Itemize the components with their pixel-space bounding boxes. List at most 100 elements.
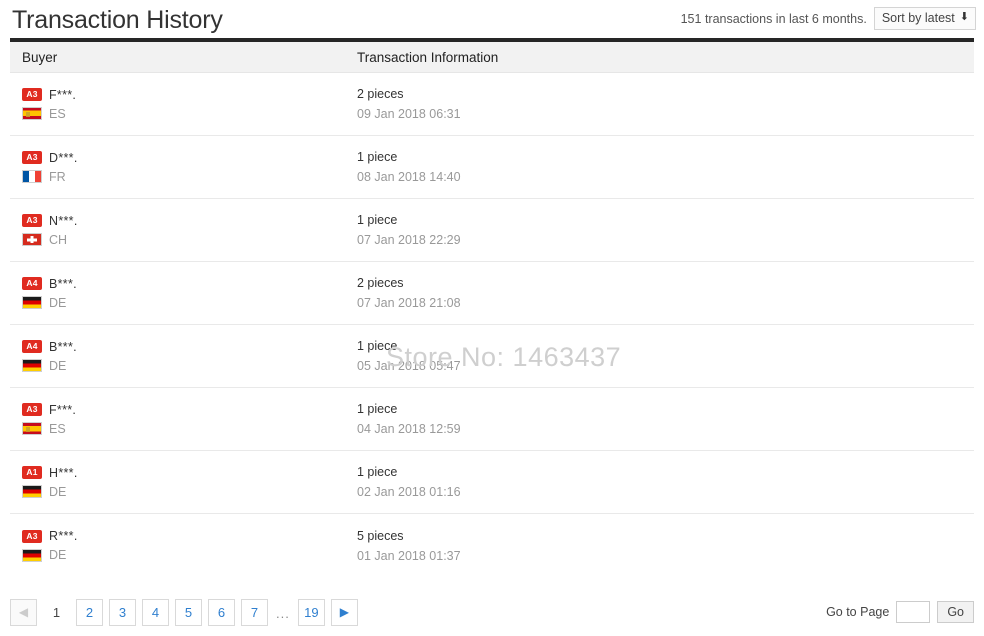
column-header-buyer: Buyer xyxy=(10,50,345,65)
pagination-page-7[interactable]: 7 xyxy=(241,599,268,626)
transaction-quantity: 1 piece xyxy=(357,339,974,353)
buyer-cell: A3 D***. FR xyxy=(10,151,345,184)
table-row[interactable]: A1H***. DE 1 piece 02 Jan 2018 01:16 xyxy=(10,451,974,514)
transaction-info-cell: 2 pieces07 Jan 2018 21:08 xyxy=(345,276,974,310)
table-row[interactable]: A4B***. DE 1 piece 05 Jan 2018 05:47 xyxy=(10,325,974,388)
buyer-identity: A3 N***. xyxy=(22,214,345,228)
flag-icon-de xyxy=(22,549,42,562)
buyer-cell: A4B***. DE xyxy=(10,340,345,373)
buyer-level-badge: A3 xyxy=(22,530,42,543)
flag-icon-ch xyxy=(22,233,42,246)
buyer-level-badge: A4 xyxy=(22,277,42,290)
buyer-name: D***. xyxy=(49,151,78,165)
buyer-identity: A3R***. xyxy=(22,529,345,543)
page-header: Transaction History 151 transactions in … xyxy=(0,0,984,38)
buyer-cell: A4 B***. DE xyxy=(10,277,345,310)
transaction-datetime: 09 Jan 2018 06:31 xyxy=(357,107,974,121)
pagination-page-3[interactable]: 3 xyxy=(109,599,136,626)
transaction-datetime: 07 Jan 2018 21:08 xyxy=(357,296,974,310)
buyer-cell: A3 N***. CH xyxy=(10,214,345,247)
transaction-info-cell: 2 pieces 09 Jan 2018 06:31 xyxy=(345,87,974,121)
flag-icon-de xyxy=(22,485,42,498)
transaction-quantity: 2 pieces xyxy=(357,87,974,101)
transaction-info-cell: 1 piece07 Jan 2018 22:29 xyxy=(345,213,974,247)
pagination-page-4[interactable]: 4 xyxy=(142,599,169,626)
transaction-info-cell: 1 piece 02 Jan 2018 01:16 xyxy=(345,465,974,499)
buyer-name: B***. xyxy=(49,277,77,291)
transaction-datetime: 01 Jan 2018 01:37 xyxy=(357,549,974,563)
country-code: CH xyxy=(49,233,67,247)
transaction-datetime: 02 Jan 2018 01:16 xyxy=(357,485,974,499)
transaction-datetime: 05 Jan 2018 05:47 xyxy=(357,359,974,373)
flag-icon-de xyxy=(22,359,42,372)
buyer-name: B***. xyxy=(49,340,77,354)
transaction-datetime: 07 Jan 2018 22:29 xyxy=(357,233,974,247)
table-row[interactable]: A3 F***. ES 1 piece04 Jan 2018 12:59 xyxy=(10,388,974,451)
buyer-cell: A3 F***. ES xyxy=(10,88,345,121)
table-body: A3 F***. ES 2 pieces 09 Jan 2018 06:31 A3 D***… xyxy=(10,73,974,577)
transaction-quantity: 1 piece xyxy=(357,465,974,479)
buyer-country: FR xyxy=(22,170,345,184)
table-row[interactable]: A4 B***. DE 2 pieces07 Jan 2018 21:08 xyxy=(10,262,974,325)
pagination-page-5[interactable]: 5 xyxy=(175,599,202,626)
buyer-identity: A1H***. xyxy=(22,466,345,480)
sort-button-label: Sort by latest xyxy=(882,10,955,27)
pagination-current-page: 1 xyxy=(43,599,70,626)
transaction-info-cell: 5 pieces01 Jan 2018 01:37 xyxy=(345,529,974,563)
buyer-identity: A3 F***. xyxy=(22,403,345,417)
buyer-country: DE xyxy=(22,548,345,562)
transaction-info-cell: 1 piece 05 Jan 2018 05:47 xyxy=(345,339,974,373)
arrow-down-icon: ⬇ xyxy=(960,12,969,23)
flag-icon-de xyxy=(22,296,42,309)
sort-by-latest-button[interactable]: Sort by latest ⬇ xyxy=(874,7,976,31)
table-row[interactable]: A3 F***. ES 2 pieces 09 Jan 2018 06:31 xyxy=(10,73,974,136)
transaction-quantity: 1 piece xyxy=(357,402,974,416)
buyer-country: DE xyxy=(22,485,345,499)
flag-icon-es xyxy=(22,422,42,435)
buyer-country: CH xyxy=(22,233,345,247)
buyer-cell: A1H***. DE xyxy=(10,466,345,499)
page-title: Transaction History xyxy=(12,6,223,33)
go-button[interactable]: Go xyxy=(937,601,974,623)
transaction-info-cell: 1 piece04 Jan 2018 12:59 xyxy=(345,402,974,436)
transaction-info-cell: 1 piece08 Jan 2018 14:40 xyxy=(345,150,974,184)
buyer-country: ES xyxy=(22,422,345,436)
buyer-cell: A3R***. DE xyxy=(10,529,345,562)
buyer-level-badge: A1 xyxy=(22,466,42,479)
pagination-bar: ◀1234567...19▶ Go to Page Go xyxy=(0,588,984,636)
table-row[interactable]: A3R***. DE 5 pieces01 Jan 2018 01:37 xyxy=(10,514,974,577)
buyer-country: ES xyxy=(22,107,345,121)
country-code: ES xyxy=(49,422,66,436)
buyer-identity: A4 B***. xyxy=(22,277,345,291)
flag-icon-fr xyxy=(22,170,42,183)
country-code: DE xyxy=(49,548,66,562)
table-row[interactable]: A3 N***. CH 1 piece07 Jan 2018 22:29 xyxy=(10,199,974,262)
goto-page-label: Go to Page xyxy=(826,605,889,619)
country-code: FR xyxy=(49,170,66,184)
buyer-level-badge: A3 xyxy=(22,151,42,164)
transaction-table: Buyer Transaction Information A3 F***. ES 2… xyxy=(10,42,974,577)
country-code: DE xyxy=(49,359,66,373)
goto-page-input[interactable] xyxy=(896,601,930,623)
table-header-row: Buyer Transaction Information xyxy=(10,42,974,73)
buyer-name: F***. xyxy=(49,403,76,417)
country-code: DE xyxy=(49,296,66,310)
pagination-next-button[interactable]: ▶ xyxy=(331,599,358,626)
buyer-level-badge: A3 xyxy=(22,403,42,416)
transaction-datetime: 08 Jan 2018 14:40 xyxy=(357,170,974,184)
pagination-page-6[interactable]: 6 xyxy=(208,599,235,626)
buyer-cell: A3 F***. ES xyxy=(10,403,345,436)
buyer-country: DE xyxy=(22,359,345,373)
buyer-level-badge: A3 xyxy=(22,214,42,227)
pagination-page-2[interactable]: 2 xyxy=(76,599,103,626)
pagination-last-page[interactable]: 19 xyxy=(298,599,325,626)
header-controls: 151 transactions in last 6 months. Sort … xyxy=(681,7,976,32)
country-code: ES xyxy=(49,107,66,121)
table-row[interactable]: A3 D***. FR 1 piece08 Jan 2018 14:40 xyxy=(10,136,974,199)
pagination-prev-button: ◀ xyxy=(10,599,37,626)
pagination-controls: ◀1234567...19▶ xyxy=(10,599,358,626)
buyer-name: F***. xyxy=(49,88,76,102)
buyer-name: N***. xyxy=(49,214,78,228)
buyer-level-badge: A3 xyxy=(22,88,42,101)
buyer-identity: A4B***. xyxy=(22,340,345,354)
